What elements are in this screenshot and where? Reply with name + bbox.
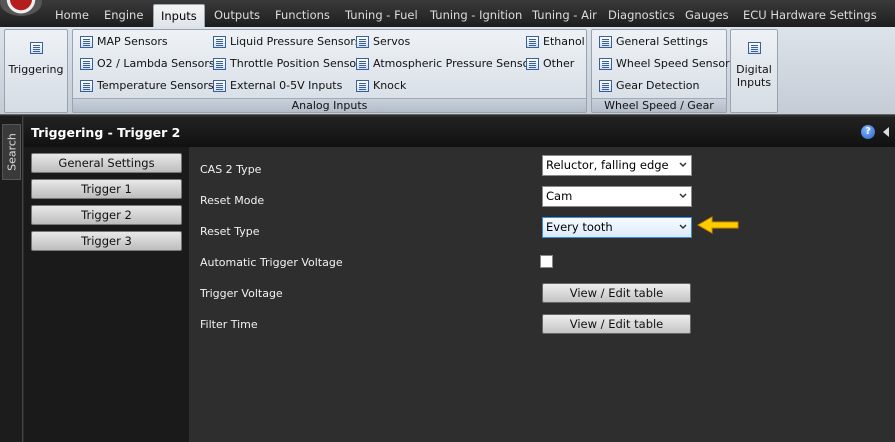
list-icon: [356, 80, 369, 92]
list-icon: [526, 36, 539, 48]
ribbon-group-wheel-speed-gear: General Settings Wheel Speed Sensor Gear…: [591, 29, 730, 113]
chevron-down-icon: [679, 162, 687, 168]
wheel-speed-gear-group-label: Wheel Speed / Gear: [592, 98, 726, 112]
tab-engine[interactable]: Engine: [97, 4, 150, 27]
list-icon: [213, 36, 226, 48]
digital-inputs-label-1: Digital: [736, 63, 772, 76]
trigger-voltage-edit-button[interactable]: View / Edit table: [542, 283, 691, 303]
list-icon: [599, 58, 612, 70]
reset-type-value: Every tooth: [546, 220, 613, 234]
list-icon: [80, 58, 93, 70]
ethanol-item[interactable]: Ethanol: [524, 33, 585, 51]
digital-inputs-label-2: Inputs: [736, 76, 772, 89]
cas2-type-label: CAS 2 Type: [200, 163, 262, 176]
tab-tuning-ignition[interactable]: Tuning - Ignition: [423, 4, 529, 27]
liquid-pressure-sensors-item[interactable]: Liquid Pressure Sensors: [211, 33, 361, 51]
temperature-sensors-item[interactable]: Temperature Sensors: [78, 77, 214, 95]
reset-type-label: Reset Type: [200, 225, 260, 238]
pointer-arrow-icon: [696, 216, 739, 234]
cas2-type-select[interactable]: Reluctor, falling edge: [542, 155, 692, 176]
app-logo[interactable]: [0, 0, 42, 16]
list-icon: [213, 58, 226, 70]
help-icon[interactable]: ?: [861, 125, 875, 139]
list-icon: [80, 36, 93, 48]
filter-time-edit-button[interactable]: View / Edit table: [542, 314, 691, 334]
chevron-down-icon: [679, 224, 687, 230]
triggering-button[interactable]: Triggering: [5, 42, 67, 76]
atmospheric-pressure-sensor-item[interactable]: Atmospheric Pressure Sensor: [354, 55, 534, 73]
panel-title-bar: Triggering - Trigger 2 ?: [24, 117, 895, 147]
nav-trigger-1-button[interactable]: Trigger 1: [31, 179, 182, 199]
list-icon: [747, 42, 761, 54]
external-0-5v-inputs-item[interactable]: External 0-5V Inputs: [211, 77, 342, 95]
general-settings-item[interactable]: General Settings: [597, 33, 708, 51]
throttle-position-sensor-item[interactable]: Throttle Position Sensor: [211, 55, 361, 73]
search-label: Search: [5, 133, 18, 171]
tab-diagnostics[interactable]: Diagnostics: [601, 4, 682, 27]
digital-inputs-button[interactable]: Digital Inputs: [731, 42, 777, 89]
tab-gauges[interactable]: Gauges: [678, 4, 736, 27]
list-icon: [80, 80, 93, 92]
map-sensors-item[interactable]: MAP Sensors: [78, 33, 168, 51]
list-icon: [29, 42, 43, 54]
analog-inputs-group-label: Analog Inputs: [73, 98, 586, 112]
tab-tuning-fuel[interactable]: Tuning - Fuel: [338, 4, 425, 27]
list-icon: [213, 80, 226, 92]
tab-functions[interactable]: Functions: [268, 4, 337, 27]
ribbon-group-analog-inputs: MAP Sensors O2 / Lambda Sensors Temperat…: [72, 29, 587, 113]
triggering-label: Triggering: [8, 63, 64, 76]
nav-trigger-2-button[interactable]: Trigger 2: [31, 205, 182, 225]
list-icon: [526, 58, 539, 70]
tab-inputs[interactable]: Inputs: [153, 4, 205, 27]
reset-mode-select[interactable]: Cam: [542, 186, 692, 207]
ribbon-group-triggering: Triggering: [4, 29, 68, 113]
ribbon-group-digital-inputs: Digital Inputs: [730, 29, 778, 113]
collapse-arrow-icon[interactable]: [883, 127, 889, 137]
search-sidebar: Search: [0, 116, 23, 442]
menu-bar: Home Engine Inputs Outputs Functions Tun…: [0, 0, 895, 27]
tab-ecu-hardware-settings[interactable]: ECU Hardware Settings: [736, 4, 884, 27]
tab-home[interactable]: Home: [48, 4, 96, 27]
list-icon: [356, 58, 369, 70]
gear-detection-item[interactable]: Gear Detection: [597, 77, 700, 95]
ribbon: Triggering MAP Sensors O2 / Lambda Senso…: [0, 27, 895, 115]
reset-type-select[interactable]: Every tooth: [542, 217, 692, 238]
trigger-voltage-label: Trigger Voltage: [200, 287, 283, 300]
trigger-nav: General Settings Trigger 1 Trigger 2 Tri…: [24, 147, 189, 442]
servos-item[interactable]: Servos: [354, 33, 410, 51]
list-icon: [599, 36, 612, 48]
knock-item[interactable]: Knock: [354, 77, 406, 95]
other-item[interactable]: Other: [524, 55, 574, 73]
nav-general-settings-button[interactable]: General Settings: [31, 153, 182, 173]
list-icon: [356, 36, 369, 48]
auto-trigger-voltage-label: Automatic Trigger Voltage: [200, 256, 343, 269]
reset-mode-label: Reset Mode: [200, 194, 265, 207]
reset-mode-value: Cam: [546, 189, 573, 203]
tab-tuning-air[interactable]: Tuning - Air: [525, 4, 604, 27]
list-icon: [599, 80, 612, 92]
nav-trigger-3-button[interactable]: Trigger 3: [31, 231, 182, 251]
wheel-speed-sensor-item[interactable]: Wheel Speed Sensor: [597, 55, 730, 73]
chevron-down-icon: [679, 193, 687, 199]
filter-time-label: Filter Time: [200, 318, 258, 331]
search-tab[interactable]: Search: [2, 124, 21, 180]
settings-panel: CAS 2 Type Reluctor, falling edge Reset …: [189, 147, 895, 442]
tab-outputs[interactable]: Outputs: [207, 4, 267, 27]
page-title: Triggering - Trigger 2: [31, 125, 181, 140]
o2-lambda-sensors-item[interactable]: O2 / Lambda Sensors: [78, 55, 215, 73]
auto-trigger-voltage-checkbox[interactable]: [540, 255, 553, 268]
cas2-type-value: Reluctor, falling edge: [546, 158, 669, 172]
